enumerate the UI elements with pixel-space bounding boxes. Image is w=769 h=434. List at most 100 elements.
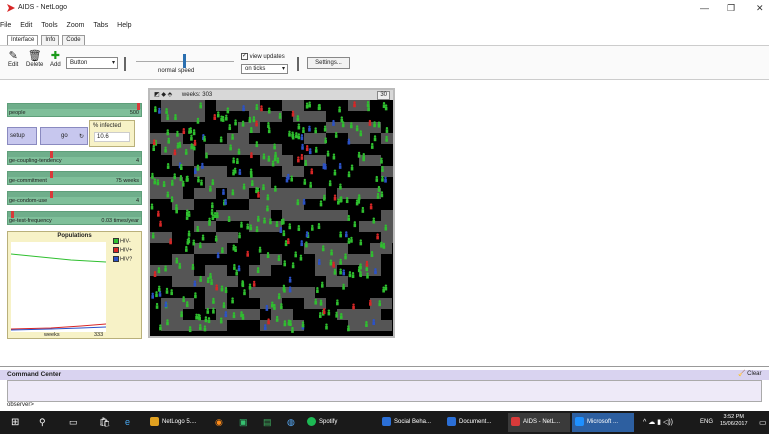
person-turtle [184,148,188,155]
taskbar-app-label: Microsoft ... [587,419,619,425]
tab-info[interactable]: Info [41,35,60,45]
person-turtle [345,197,349,204]
person-turtle [297,123,301,130]
menu-tabs[interactable]: Tabs [93,20,108,31]
notes-icon[interactable]: ▤ [260,413,272,432]
menu-edit[interactable]: Edit [20,20,32,31]
person-turtle [327,309,331,316]
image-app-icon[interactable]: ▣ [236,413,248,432]
windows-start-icon[interactable]: ⊞ [8,413,19,432]
clear-button[interactable]: 🧹 Clear [738,370,762,377]
delete-button[interactable]: 🗑 Delete [26,50,43,68]
menu-tools[interactable]: Tools [41,20,57,31]
person-turtle [332,153,336,160]
notifications-icon[interactable]: ▭ [756,413,767,432]
slider-value: 4 [135,198,139,204]
couple-patch [348,100,370,111]
person-turtle [330,249,333,256]
system-tray-icons[interactable]: ^ ☁ ▮ ◁)) [640,413,673,432]
edit-button[interactable]: ✎ Edit [8,50,18,68]
person-turtle [252,116,256,123]
person-turtle [186,238,190,245]
settings-button[interactable]: Settings... [307,57,350,69]
slider-knob[interactable] [50,191,53,198]
menu-help[interactable]: Help [117,20,131,31]
person-turtle [185,245,188,252]
person-turtle [384,104,388,111]
couple-patch [337,122,359,133]
tab-code[interactable]: Code [62,35,85,45]
person-turtle [174,114,177,121]
person-turtle [263,217,266,224]
person-turtle [368,119,372,126]
minimize-button[interactable]: — [700,3,709,13]
taskbar-app-spotify[interactable]: Spotify [304,413,350,432]
slider-knob[interactable] [50,151,53,158]
slider-value: 75 weeks [115,178,139,184]
person-turtle [195,313,198,320]
person-turtle [196,117,200,124]
commitment-slider[interactable]: ge-commitment 75 weeks [7,171,142,185]
person-turtle [232,312,236,319]
globe-icon[interactable]: ◍ [284,413,295,432]
speed-knob[interactable] [183,54,186,68]
slider-value: 0.03 times/year [101,218,139,224]
taskbar-app-netlogo[interactable]: NetLogo 5.... [147,413,205,432]
store-icon[interactable]: 🛍 [96,413,110,432]
slider-knob[interactable] [11,211,14,218]
task-view-icon[interactable]: ▭ [66,413,78,432]
view-updates-checkbox[interactable]: ✓ view updates [241,53,285,60]
person-turtle [153,178,157,185]
menu-file[interactable]: File [0,20,11,31]
search-icon[interactable]: ⚲ [36,413,46,432]
person-turtle [251,180,254,187]
command-center-title: Command Center [0,370,769,380]
person-turtle [322,308,326,315]
person-turtle [350,122,353,129]
edge-icon[interactable]: e [122,413,130,432]
speed-slider[interactable]: normal speed [136,52,234,74]
world-view[interactable]: ◩ ◆ ⬘ weeks: 303 30 [148,88,395,338]
widget-type-select[interactable]: Button ▾ [66,57,118,69]
add-button[interactable]: ✚ Add [50,50,61,68]
person-turtle [231,297,234,304]
condom-slider[interactable]: ge-condom-use 4 [7,191,142,205]
taskbar-app-microsoft[interactable]: Microsoft ... [572,413,634,432]
clock[interactable]: 3:52 PM 15/06/2017 [720,414,748,428]
couple-patch [260,298,282,309]
tab-interface[interactable]: Interface [7,35,39,45]
person-turtle [263,324,267,331]
language-indicator[interactable]: ENG [697,413,713,432]
close-button[interactable]: ✕ [756,3,764,14]
slider-knob[interactable] [137,103,140,110]
firefox-icon[interactable]: ◉ [212,413,223,432]
slider-value: 500 [129,110,139,116]
setup-button[interactable]: setup [7,127,37,145]
slider-knob[interactable] [50,171,53,178]
command-prompt[interactable]: observer> [7,402,34,408]
plot-area [11,242,106,332]
main-tabs: Interface Info Code [7,35,86,45]
maximize-button[interactable]: ❐ [727,3,735,14]
person-turtle [347,138,351,145]
world-canvas[interactable] [150,100,393,336]
view-control-icons[interactable]: ◩ ◆ ⬘ [154,92,172,98]
taskbar-app-document[interactable]: Document... [444,413,502,432]
update-mode-select[interactable]: on ticks ▾ [241,64,288,74]
menu-zoom[interactable]: Zoom [67,20,85,31]
person-turtle [158,290,162,297]
person-turtle [211,179,215,186]
coupling-slider[interactable]: ge-coupling-tendency 4 [7,151,142,165]
person-turtle [353,101,356,108]
couple-patch [304,133,326,144]
person-turtle [339,196,342,203]
person-turtle [372,217,376,224]
command-center: Command Center 🧹 Clear observer> [0,366,769,411]
test-frequency-slider[interactable]: ge-test-frequency 0.03 times/year [7,211,142,225]
taskbar-app-social[interactable]: Social Beha... [379,413,439,432]
go-button[interactable]: go ↻ [40,127,88,145]
taskbar-app-aids[interactable]: AIDS - NetL... [508,413,570,432]
person-turtle [276,157,280,164]
person-turtle [382,242,386,249]
people-slider[interactable]: people 500 [7,103,142,117]
